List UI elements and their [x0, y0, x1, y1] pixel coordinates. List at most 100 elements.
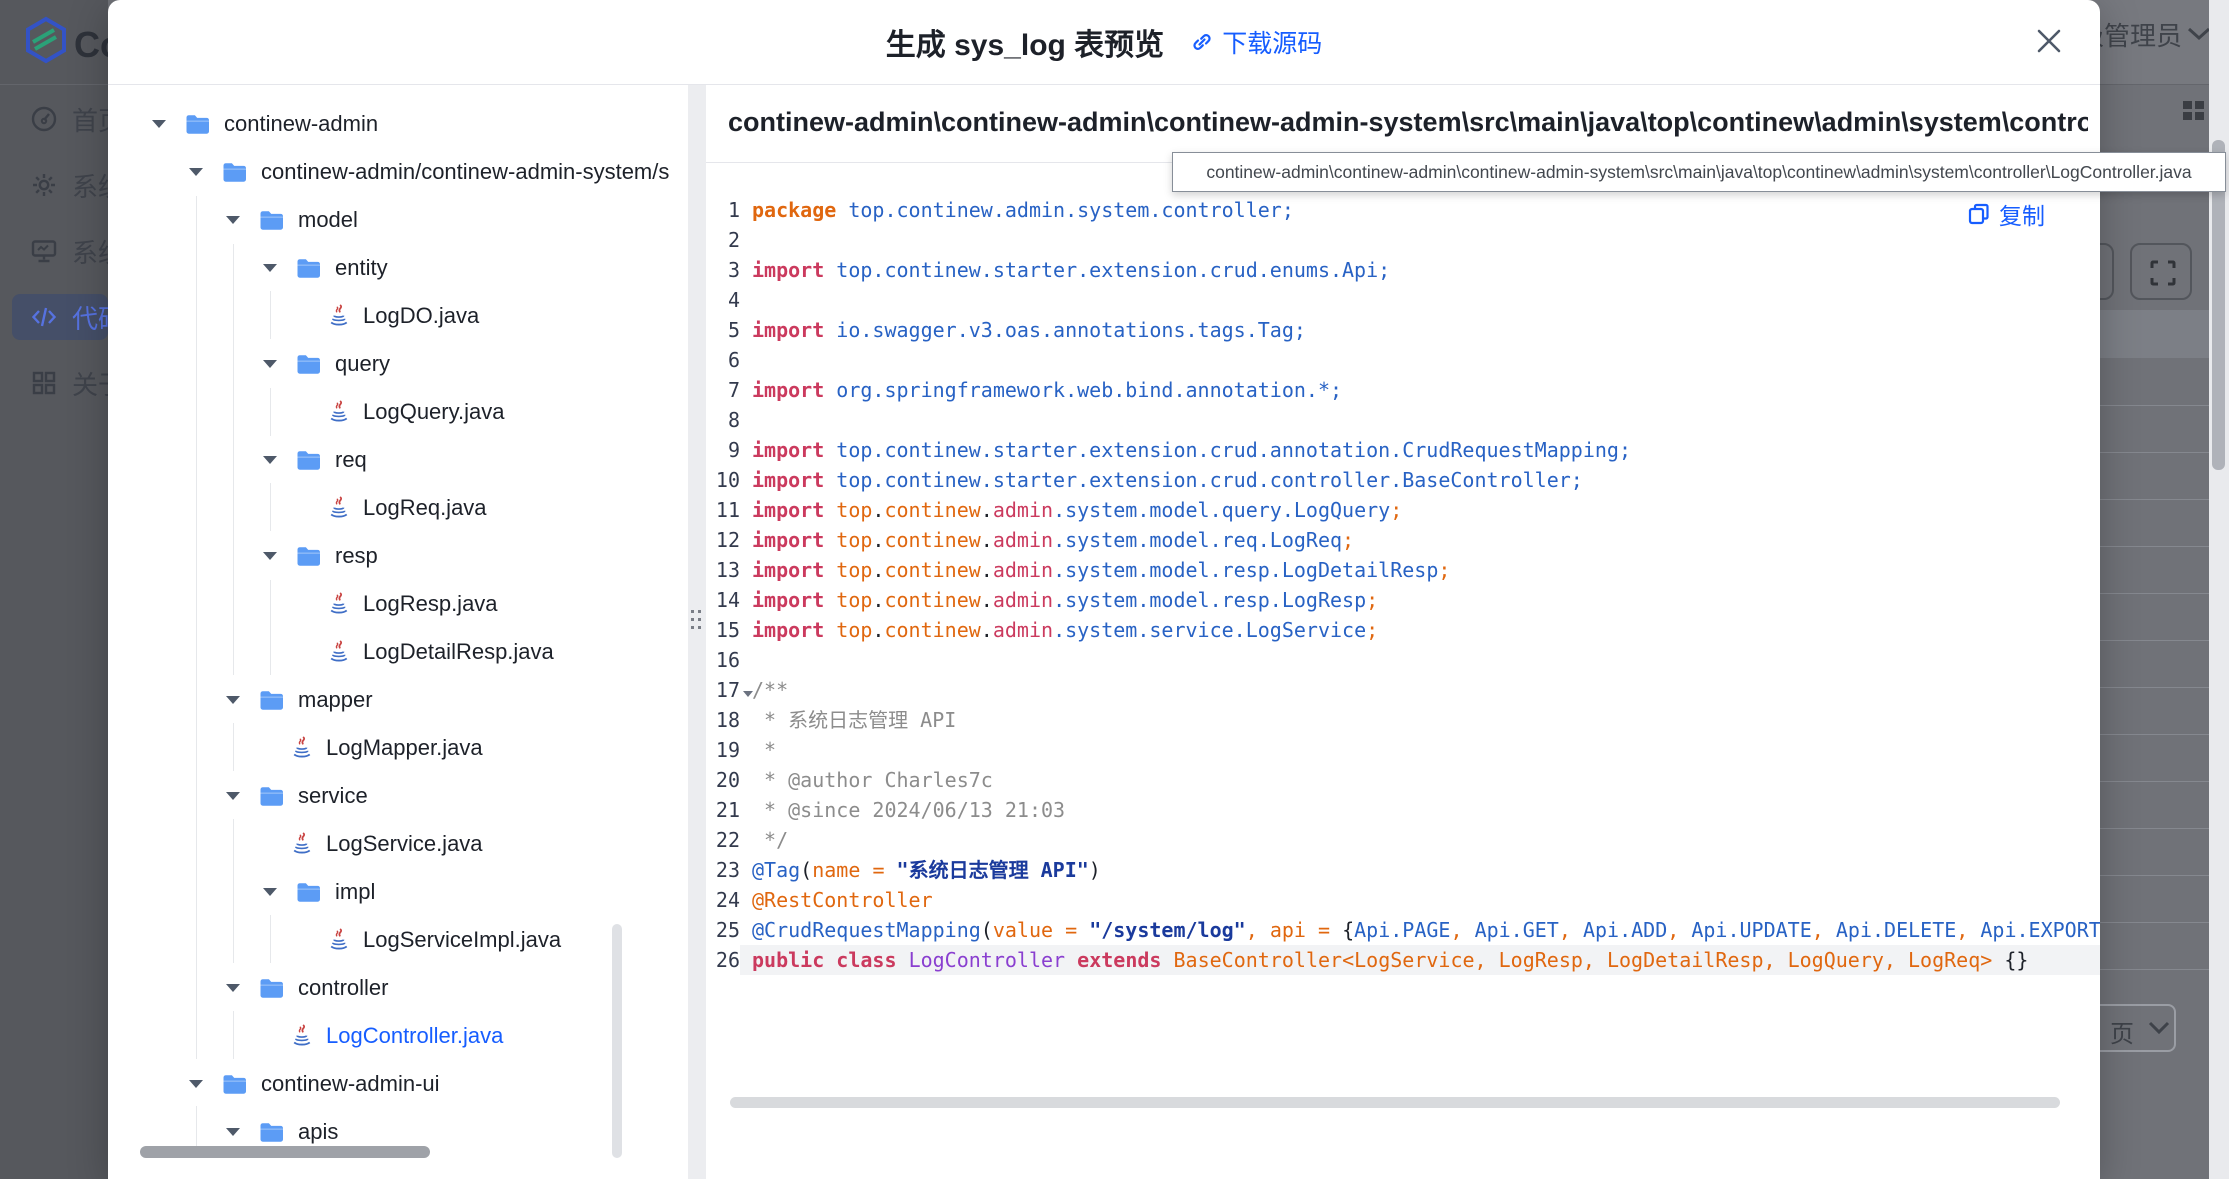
table-row-divider — [2100, 405, 2209, 406]
caret-down-icon[interactable] — [226, 792, 240, 800]
tree-row[interactable]: continew-admin-ui — [108, 1060, 688, 1108]
line-number: 15 — [706, 618, 740, 642]
sidebar-item-code[interactable]: 代码 — [12, 294, 108, 340]
tree-horizontal-scrollbar[interactable] — [140, 1146, 430, 1158]
sidebar-item-label: 代码 — [72, 299, 108, 336]
code-token: "/system/log" — [1089, 918, 1246, 942]
fold-gutter — [740, 825, 752, 855]
tree-row[interactable]: LogService.java — [108, 820, 688, 868]
java-file-icon — [291, 832, 313, 857]
tree-row[interactable]: LogMapper.java — [108, 724, 688, 772]
caret-down-icon[interactable] — [189, 1080, 203, 1088]
tree-row[interactable]: LogController.java — [108, 1012, 688, 1060]
code-token: , — [1559, 918, 1571, 942]
tree-row[interactable]: continew-admin — [108, 100, 688, 148]
settings-icon — [30, 171, 58, 199]
tree-row[interactable]: LogDetailResp.java — [108, 628, 688, 676]
tree-row[interactable]: resp — [108, 532, 688, 580]
caret-down-icon[interactable] — [263, 456, 277, 464]
tree-row-label: LogMapper.java — [326, 735, 483, 761]
caret-down-icon[interactable] — [226, 1128, 240, 1136]
code-token: admin — [993, 558, 1053, 582]
folder-icon — [259, 1121, 285, 1144]
tree-row[interactable]: query — [108, 340, 688, 388]
code-line: 16 — [706, 645, 2100, 675]
caret-down-icon[interactable] — [226, 984, 240, 992]
tree-row[interactable]: model — [108, 196, 688, 244]
tree-row[interactable]: LogQuery.java — [108, 388, 688, 436]
folder-icon — [259, 785, 285, 808]
fold-gutter — [740, 675, 752, 705]
code-token: Api.EXPORT — [1980, 918, 2100, 942]
code-token: . — [872, 498, 884, 522]
tree-row[interactable]: LogReq.java — [108, 484, 688, 532]
close-icon[interactable] — [2032, 24, 2066, 58]
code-token: import — [752, 528, 824, 552]
code-token — [824, 528, 836, 552]
layout-grid-icon[interactable] — [2183, 101, 2205, 121]
tree-row-label: LogDetailResp.java — [363, 639, 554, 665]
code-text: @CrudRequestMapping(value = "/system/log… — [752, 915, 2100, 945]
code-token: * 系统日志管理 API — [752, 708, 956, 732]
code-editor[interactable]: 1package top.continew.admin.system.contr… — [706, 195, 2100, 975]
caret-down-icon[interactable] — [226, 216, 240, 224]
tree-row[interactable]: impl — [108, 868, 688, 916]
fold-gutter — [740, 495, 752, 525]
tree-row[interactable]: mapper — [108, 676, 688, 724]
caret-down-icon[interactable] — [263, 264, 277, 272]
caret-down-icon[interactable] — [263, 552, 277, 560]
sidebar-item-label: 首页 — [72, 101, 108, 138]
code-token: * — [752, 738, 776, 762]
code-token: top — [836, 528, 872, 552]
line-number: 12 — [706, 528, 740, 552]
tree-row[interactable]: controller — [108, 964, 688, 1012]
code-token: import — [752, 318, 824, 342]
fold-gutter — [740, 405, 752, 435]
code-token: , — [1450, 918, 1462, 942]
fold-caret-icon[interactable] — [743, 691, 753, 697]
caret-down-icon[interactable] — [263, 360, 277, 368]
code-text: import org.springframework.web.bind.anno… — [752, 375, 2100, 405]
code-text: * — [752, 735, 2100, 765]
sidebar-item-monitor[interactable]: 系统 — [0, 228, 108, 274]
folder-icon — [259, 209, 285, 232]
tree-row[interactable]: service — [108, 772, 688, 820]
folder-icon — [222, 1073, 248, 1096]
code-token: import — [752, 588, 824, 612]
code-token: @CrudRequestMapping — [752, 918, 981, 942]
code-token — [1679, 918, 1691, 942]
caret-down-icon[interactable] — [189, 168, 203, 176]
download-source-link[interactable]: 下载源码 — [1190, 24, 1322, 60]
code-token: top.continew.starter.extension.crud.anno… — [836, 438, 1631, 462]
copy-label: 复制 — [1999, 197, 2045, 231]
pane-resize-divider[interactable] — [688, 85, 706, 1179]
tree-row[interactable]: LogServiceImpl.java — [108, 916, 688, 964]
sidebar-item-apps[interactable]: 关于 — [0, 360, 108, 406]
sidebar-item-dashboard[interactable]: 首页 — [0, 96, 108, 142]
sidebar-item-settings[interactable]: 系统 — [0, 162, 108, 208]
fullscreen-button[interactable] — [2130, 243, 2192, 300]
line-number: 13 — [706, 558, 740, 582]
code-token: .system.model.resp.LogResp — [1053, 588, 1366, 612]
tree-row[interactable]: LogDO.java — [108, 292, 688, 340]
copy-button[interactable]: 复制 — [1968, 197, 2045, 231]
code-token — [1053, 918, 1065, 942]
code-icon — [30, 303, 58, 331]
app-logo-icon — [24, 16, 68, 69]
tree-row[interactable]: continew-admin/continew-admin-system/s — [108, 148, 688, 196]
line-number: 22 — [706, 828, 740, 852]
tree-row[interactable]: LogResp.java — [108, 580, 688, 628]
tree-row[interactable]: req — [108, 436, 688, 484]
app-logo-text: Co — [74, 24, 108, 66]
caret-down-icon[interactable] — [152, 120, 166, 128]
code-token — [824, 948, 836, 972]
caret-down-icon[interactable] — [263, 888, 277, 896]
code-horizontal-scrollbar[interactable] — [730, 1097, 2060, 1108]
tree-row-label: controller — [298, 975, 388, 1001]
code-token — [824, 438, 836, 462]
tree-vertical-scrollbar[interactable] — [612, 924, 622, 1158]
caret-down-icon[interactable] — [226, 696, 240, 704]
tree-row[interactable]: entity — [108, 244, 688, 292]
code-token: . — [981, 558, 993, 582]
fold-gutter — [740, 555, 752, 585]
